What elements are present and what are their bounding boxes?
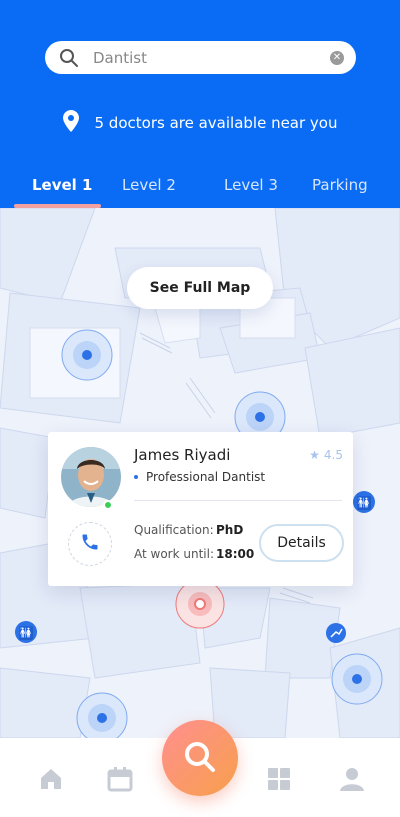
qualification-label: Qualification: — [134, 523, 214, 537]
doctor-card[interactable]: James Riyadi ★ 4.5 Professional Dantist … — [48, 432, 353, 586]
level-tabs: Level 1 Level 2 Level 3 Parking — [0, 176, 400, 208]
qualification-value: PhD — [216, 523, 244, 537]
search-bar[interactable]: ✕ — [45, 41, 356, 74]
call-button[interactable] — [68, 522, 112, 566]
search-icon — [59, 48, 79, 68]
header: ✕ 5 doctors are available near you Level… — [0, 0, 400, 208]
online-status-dot — [103, 500, 113, 510]
tab-level-1[interactable]: Level 1 — [32, 176, 92, 194]
svg-text:🚻: 🚻 — [19, 626, 34, 640]
clear-icon[interactable]: ✕ — [330, 50, 344, 65]
location-pin-icon — [62, 110, 79, 136]
see-full-map-button[interactable]: See Full Map — [127, 267, 273, 309]
doctor-name: James Riyadi — [134, 446, 231, 464]
search-input[interactable] — [93, 48, 330, 67]
phone-icon — [80, 532, 100, 556]
search-icon — [182, 739, 218, 778]
profile-icon[interactable] — [339, 766, 365, 792]
bullet-dot — [134, 475, 138, 479]
rating-value: 4.5 — [323, 448, 343, 462]
star-icon: ★ — [309, 448, 320, 462]
details-button[interactable]: Details — [259, 524, 344, 562]
card-divider — [134, 500, 342, 501]
search-fab-button[interactable] — [162, 720, 238, 796]
doctor-avatar — [61, 447, 121, 507]
svg-text:🚻: 🚻 — [357, 496, 372, 510]
tab-parking[interactable]: Parking — [312, 176, 368, 194]
calendar-icon[interactable] — [107, 766, 133, 792]
home-icon[interactable] — [38, 766, 64, 792]
work-until-label: At work until: — [134, 547, 214, 561]
availability-text: 5 doctors are available near you — [94, 114, 338, 132]
doctor-profession: Professional Dantist — [134, 470, 265, 484]
tab-level-2[interactable]: Level 2 — [122, 176, 176, 194]
tab-level-3[interactable]: Level 3 — [224, 176, 278, 194]
availability-info: 5 doctors are available near you — [0, 110, 400, 136]
grid-icon[interactable] — [266, 766, 292, 792]
profession-text: Professional Dantist — [146, 470, 266, 484]
doctor-rating: ★ 4.5 — [309, 448, 343, 462]
work-until-value: 18:00 — [216, 547, 255, 561]
